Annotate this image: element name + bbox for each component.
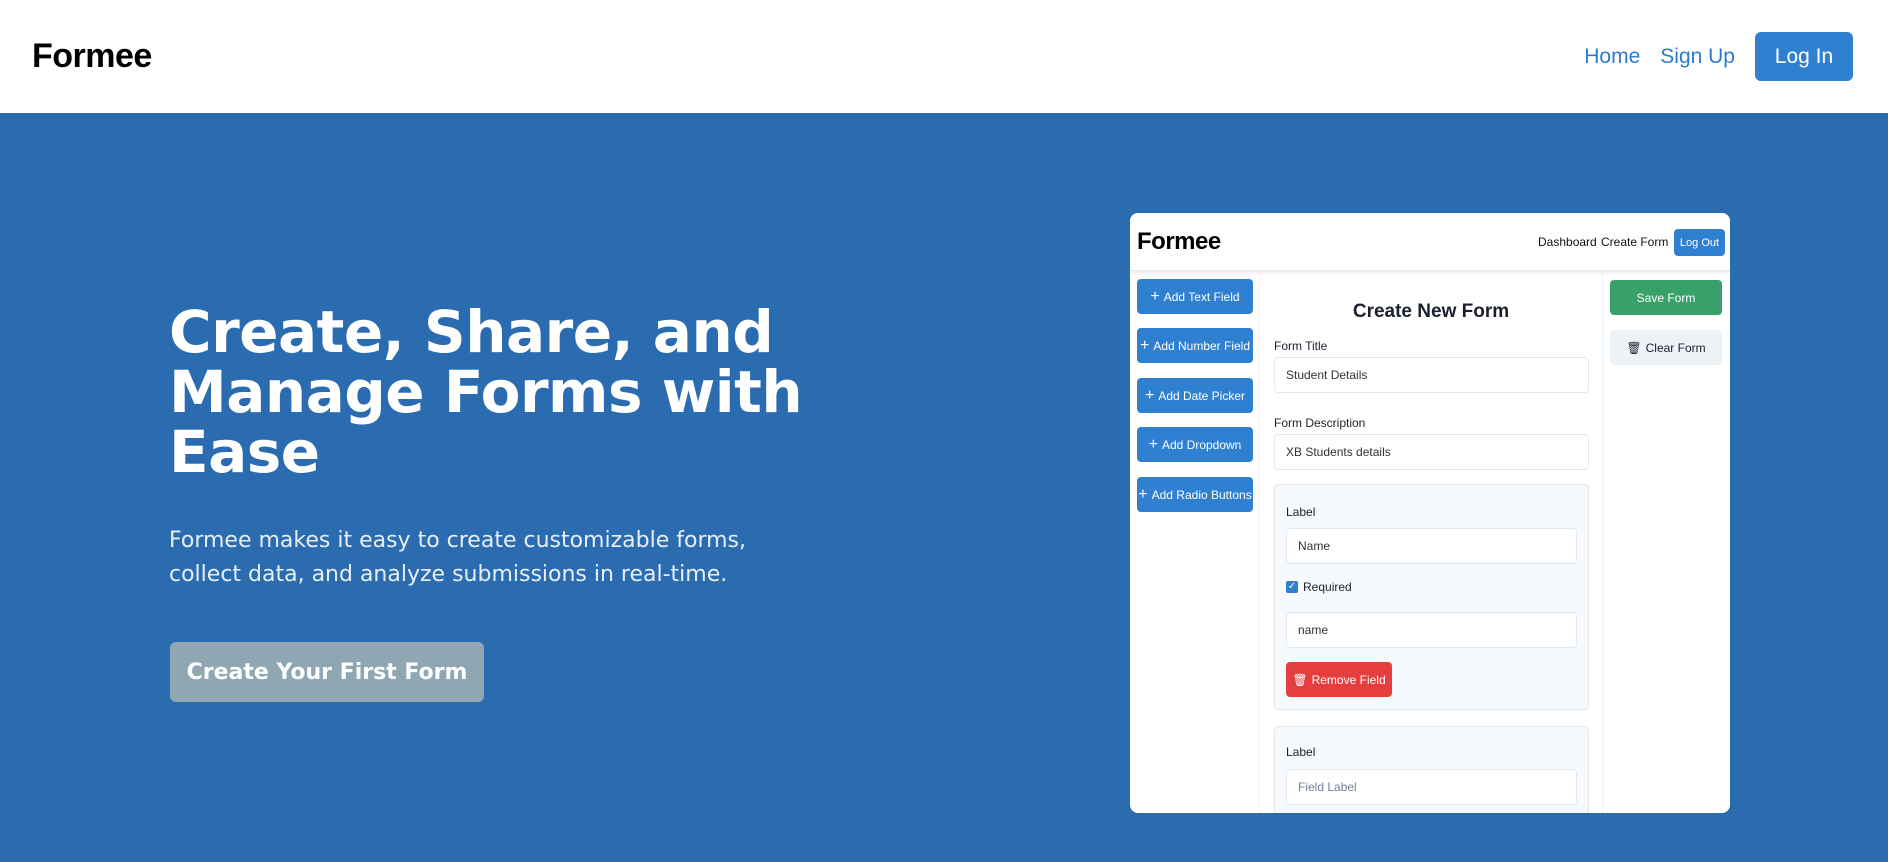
add-number-field-button: + Add Number Field: [1137, 328, 1253, 363]
preview-nav: Formee Dashboard Create Form Log Out: [1130, 213, 1730, 271]
field-label-caption: Label: [1286, 745, 1316, 759]
remove-field-button: 🗑 Remove Field: [1286, 662, 1392, 697]
preview-toolbox: + Add Text Field + Add Number Field + Ad…: [1130, 271, 1260, 813]
field-card-empty: Label Field Label: [1274, 726, 1589, 813]
add-date-picker-button: + Add Date Picker: [1137, 378, 1253, 413]
clear-form-button: 🗑 Clear Form: [1610, 330, 1722, 365]
preview-brand-logo: Formee: [1137, 228, 1221, 255]
top-nav: Formee Home Sign Up Log In: [0, 0, 1888, 113]
nav-home-link[interactable]: Home: [1584, 45, 1640, 69]
nav-signup-link[interactable]: Sign Up: [1660, 45, 1735, 69]
required-checkbox: ✓: [1286, 581, 1298, 593]
brand-logo[interactable]: Formee: [32, 37, 152, 76]
create-first-form-button[interactable]: Create Your First Form: [170, 642, 484, 702]
plus-icon: +: [1148, 435, 1158, 453]
trash-icon: 🗑: [1292, 672, 1308, 687]
add-dropdown-label: Add Dropdown: [1161, 437, 1242, 452]
clear-form-label: Clear Form: [1645, 340, 1706, 355]
hero-title: Create, Share, and Manage Forms with Eas…: [169, 298, 803, 486]
plus-icon: +: [1150, 287, 1160, 305]
preview-dashboard-link: Dashboard: [1538, 235, 1597, 249]
preview-logout-button: Log Out: [1674, 229, 1725, 256]
add-text-field-label: Add Text Field: [1163, 289, 1240, 304]
form-description-input: XB Students details: [1274, 434, 1589, 470]
form-description-label: Form Description: [1274, 416, 1366, 430]
remove-field-label: Remove Field: [1311, 672, 1386, 687]
nav-links: Home Sign Up Log In: [1584, 32, 1856, 81]
field-label-input: Name: [1286, 528, 1577, 564]
plus-icon: +: [1138, 485, 1148, 503]
add-radio-buttons-label: Add Radio Buttons: [1151, 487, 1252, 502]
login-button[interactable]: Log In: [1755, 32, 1853, 81]
preview-create-form-link: Create Form: [1601, 235, 1669, 249]
add-dropdown-button: + Add Dropdown: [1137, 427, 1253, 462]
field-name-input: name: [1286, 612, 1577, 648]
required-label: Required: [1303, 580, 1352, 594]
form-title-label: Form Title: [1274, 339, 1328, 353]
preview-actions: Save Form 🗑 Clear Form: [1602, 271, 1730, 813]
field-card-name: Label Name ✓ Required name 🗑 Remove Fiel…: [1274, 484, 1589, 710]
save-form-button: Save Form: [1610, 280, 1722, 315]
add-text-field-button: + Add Text Field: [1137, 279, 1253, 314]
plus-icon: +: [1144, 386, 1155, 404]
preview-form-editor: Create New Form Form Title Student Detai…: [1261, 271, 1601, 813]
app-preview: Formee Dashboard Create Form Log Out + A…: [1130, 213, 1730, 813]
form-title-input: Student Details: [1274, 357, 1589, 393]
add-date-picker-label: Add Date Picker: [1158, 388, 1246, 403]
field-label-input-empty: Field Label: [1286, 769, 1577, 805]
add-number-field-label: Add Number Field: [1153, 338, 1251, 353]
preview-form-heading: Create New Form: [1352, 301, 1510, 322]
field-label-caption: Label: [1286, 505, 1316, 519]
plus-icon: +: [1139, 336, 1150, 354]
add-radio-buttons-button: + Add Radio Buttons: [1137, 477, 1253, 512]
hero-subtitle: Formee makes it easy to create customiza…: [169, 528, 746, 587]
trash-icon: 🗑: [1626, 340, 1642, 355]
